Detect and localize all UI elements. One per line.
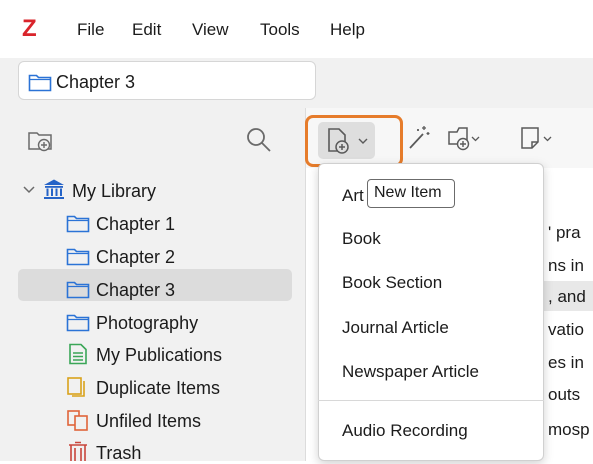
library-icon bbox=[44, 179, 64, 199]
list-item: vatio bbox=[548, 320, 584, 339]
menu-tools[interactable]: Tools bbox=[260, 20, 300, 40]
folder-icon bbox=[66, 314, 90, 332]
magic-wand-icon[interactable] bbox=[406, 124, 432, 152]
trash-icon bbox=[69, 441, 87, 461]
duplicate-icon bbox=[67, 377, 85, 397]
folder-icon bbox=[66, 281, 90, 299]
sidebar-item-my-publications[interactable]: My Publications bbox=[96, 345, 222, 366]
tooltip: New Item bbox=[367, 179, 455, 208]
list-item: ' pra bbox=[548, 223, 581, 242]
menu-separator bbox=[318, 400, 544, 401]
menu-item-audio-recording[interactable]: Audio Recording bbox=[342, 421, 468, 441]
list-item: es in bbox=[548, 353, 584, 372]
sidebar-item-chapter-2[interactable]: Chapter 2 bbox=[96, 247, 175, 268]
publications-icon bbox=[69, 343, 87, 365]
unfiled-icon bbox=[67, 410, 88, 431]
zotero-logo: Z bbox=[22, 15, 37, 42]
tab-label: Chapter 3 bbox=[56, 72, 136, 92]
list-item: ns in bbox=[548, 256, 584, 275]
new-collection-icon[interactable] bbox=[27, 128, 57, 154]
sidebar-item-photography[interactable]: Photography bbox=[96, 313, 198, 334]
menu-file[interactable]: File bbox=[77, 20, 104, 40]
folder-icon bbox=[28, 74, 52, 92]
folder-icon bbox=[66, 215, 90, 233]
list-item: , and bbox=[548, 287, 586, 306]
menu-item-newspaper-article[interactable]: Newspaper Article bbox=[342, 362, 479, 382]
menu-item-book[interactable]: Book bbox=[342, 229, 381, 249]
menu-help[interactable]: Help bbox=[330, 20, 365, 40]
chevron-down-icon[interactable] bbox=[22, 183, 36, 197]
new-attachment-icon[interactable] bbox=[445, 124, 481, 154]
sidebar-item-my-library[interactable]: My Library bbox=[72, 181, 156, 202]
sidebar-item-chapter-3[interactable]: Chapter 3 bbox=[96, 280, 175, 301]
list-item: mosp bbox=[548, 420, 590, 439]
sidebar-item-chapter-1[interactable]: Chapter 1 bbox=[96, 214, 175, 235]
new-note-icon[interactable] bbox=[518, 124, 558, 154]
new-item-highlight bbox=[305, 115, 403, 167]
menu-item-journal-article[interactable]: Journal Article bbox=[342, 318, 449, 338]
menu-item-book-section[interactable]: Book Section bbox=[342, 273, 442, 293]
sidebar-item-duplicate-items[interactable]: Duplicate Items bbox=[96, 378, 220, 399]
menu-edit[interactable]: Edit bbox=[132, 20, 161, 40]
menu-item-artwork[interactable]: Art bbox=[342, 186, 364, 206]
folder-icon bbox=[66, 248, 90, 266]
list-item: outs bbox=[548, 385, 581, 404]
sidebar-item-unfiled-items[interactable]: Unfiled Items bbox=[96, 411, 201, 432]
menu-view[interactable]: View bbox=[192, 20, 229, 40]
search-icon[interactable] bbox=[245, 126, 273, 154]
